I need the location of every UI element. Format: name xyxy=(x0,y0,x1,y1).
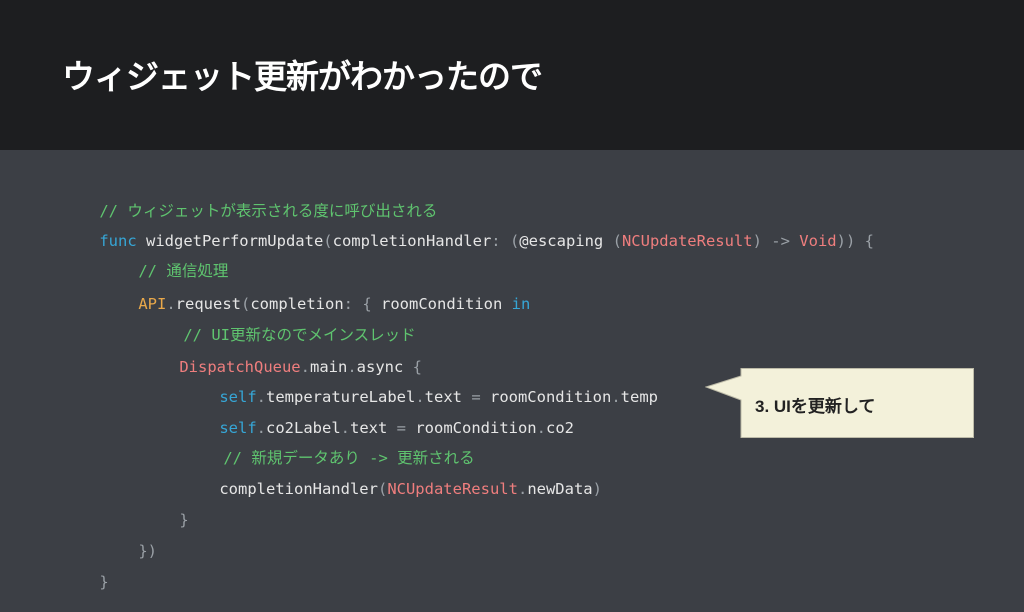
code-punct: ( xyxy=(323,232,333,250)
code-punct: ( xyxy=(603,232,622,250)
code-line-12: }) xyxy=(101,521,157,581)
code-block: // ウィジェットが表示される度に呼び出される func widgetPerfo… xyxy=(0,0,1024,591)
code-type: NCUpdateResult xyxy=(621,232,753,250)
code-punct: ( xyxy=(377,480,388,498)
code-token: completionHandler xyxy=(332,232,492,250)
code-punct: )) { xyxy=(836,232,874,250)
code-punct: . xyxy=(611,388,621,406)
code-punct: }) xyxy=(138,542,157,560)
code-line-13: } xyxy=(62,552,108,612)
code-punct: ) -> xyxy=(752,232,800,250)
code-punct: ) xyxy=(592,480,602,498)
code-token: newData xyxy=(527,480,593,498)
callout-bubble: 3. UIを更新して xyxy=(705,368,974,438)
code-punct: . xyxy=(517,480,528,498)
code-punct: } xyxy=(179,511,189,529)
code-token: @escaping xyxy=(519,232,604,250)
code-token: temp xyxy=(620,388,658,406)
code-line-10: completionHandler(NCUpdateResult.newData… xyxy=(182,459,602,519)
code-type: Void xyxy=(799,232,837,250)
code-punct: . xyxy=(536,419,546,437)
code-token: co2 xyxy=(546,419,574,437)
code-token: completionHandler xyxy=(219,480,378,498)
callout-text: 3. UIを更新して xyxy=(755,397,876,416)
code-keyword: in xyxy=(502,295,531,313)
code-type: NCUpdateResult xyxy=(387,480,518,498)
code-punct: : ( xyxy=(491,232,520,250)
